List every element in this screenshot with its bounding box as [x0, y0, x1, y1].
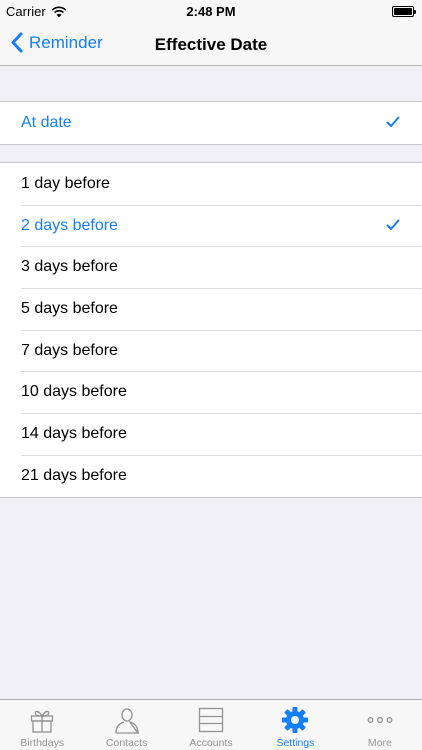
tab-contacts[interactable]: Contacts [84, 700, 168, 750]
tab-label: Birthdays [20, 737, 65, 749]
option-label: 5 days before [21, 299, 118, 317]
tab-more[interactable]: More [338, 700, 422, 750]
person-icon [114, 708, 139, 734]
checkmark-icon [386, 219, 400, 230]
status-bar: Carrier 2:48 PM [0, 0, 422, 24]
tab-label: Contacts [105, 737, 148, 749]
checkmark-icon [386, 116, 400, 127]
option-label: At date [21, 113, 72, 131]
option-label: 21 days before [21, 466, 127, 484]
tab-settings[interactable]: Settings [253, 700, 337, 750]
option-10-days-before[interactable]: 10 days before [0, 371, 422, 413]
option-21-days-before[interactable]: 21 days before [0, 454, 422, 497]
option-label: 10 days before [21, 383, 127, 401]
page-title: Effective Date [154, 35, 268, 54]
option-label: 2 days before [21, 216, 118, 234]
option-14-days-before[interactable]: 14 days before [0, 413, 422, 455]
tab-label: Accounts [189, 737, 233, 749]
clock: 2:48 PM [186, 4, 236, 19]
navigation-bar: Reminder Effective Date [0, 24, 422, 66]
tab-label: More [367, 737, 392, 749]
more-icon [367, 717, 393, 723]
battery-icon [392, 6, 416, 17]
accounts-icon [198, 707, 224, 733]
option-at-date[interactable]: At date [0, 102, 422, 144]
gear-icon [282, 707, 309, 733]
tab-accounts[interactable]: Accounts [169, 700, 253, 750]
option-label: 1 day before [21, 174, 110, 192]
days-before-group: 1 day before 2 days before 3 days before… [0, 162, 422, 498]
option-label: 14 days before [21, 424, 127, 442]
option-1-day-before[interactable]: 1 day before [0, 163, 422, 205]
option-label: 3 days before [21, 258, 118, 276]
option-5-days-before[interactable]: 5 days before [0, 288, 422, 330]
tab-bar: Birthdays Contacts Accounts Settings Mor… [0, 699, 422, 750]
at-date-group: At date [0, 101, 422, 145]
option-7-days-before[interactable]: 7 days before [0, 329, 422, 372]
option-2-days-before[interactable]: 2 days before [0, 204, 422, 247]
gift-icon [31, 710, 54, 733]
tab-label: Settings [276, 737, 315, 749]
screen: Carrier 2:48 PM Reminder Effective Date … [0, 0, 422, 750]
tab-birthdays[interactable]: Birthdays [0, 700, 84, 750]
option-label: 7 days before [21, 341, 118, 359]
option-3-days-before[interactable]: 3 days before [0, 246, 422, 288]
